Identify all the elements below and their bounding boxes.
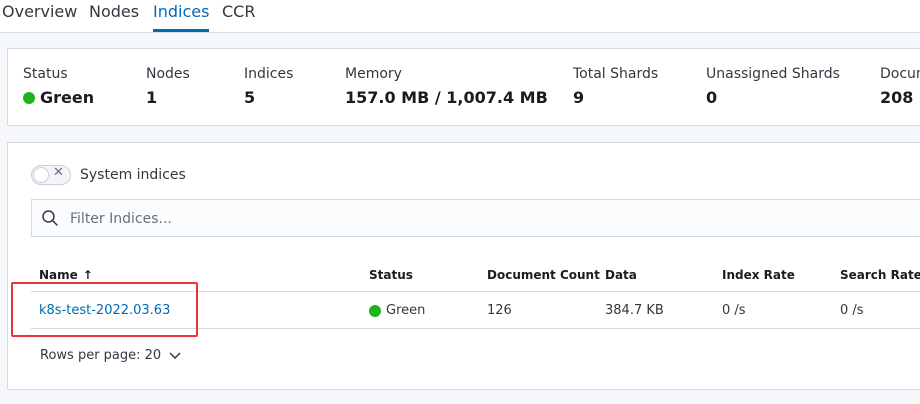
stat-indices: Indices 5 — [244, 66, 293, 107]
column-header-name[interactable]: Name ↑ — [39, 268, 93, 282]
column-header-data[interactable]: Data — [605, 268, 637, 282]
stat-nodes: Nodes 1 — [146, 66, 190, 107]
column-header-document-count[interactable]: Document Count — [487, 268, 600, 282]
index-document-count: 126 — [487, 303, 512, 318]
stat-documents: Documents 208 — [880, 66, 920, 107]
stat-unassigned-label: Unassigned Shards — [706, 66, 840, 82]
cluster-stats-panel: Status Green Nodes 1 Indices 5 Memory 15… — [7, 48, 920, 126]
filter-indices-input[interactable] — [68, 200, 892, 238]
stat-unassigned-value: 0 — [706, 88, 718, 107]
stat-documents-label: Documents — [880, 66, 920, 82]
stat-total-shards: Total Shards 9 — [573, 66, 658, 107]
stat-nodes-value: 1 — [146, 88, 158, 107]
close-icon: ✕ — [53, 165, 64, 180]
system-indices-label: System indices — [80, 167, 186, 183]
stat-documents-value: 208 — [880, 88, 914, 107]
filter-indices-box — [31, 199, 920, 238]
stat-status: Status Green — [23, 66, 94, 107]
status-dot-icon — [369, 304, 381, 317]
sort-ascending-icon: ↑ — [82, 268, 93, 282]
column-header-search-rate[interactable]: Search Rate — [840, 268, 920, 282]
tab-indices[interactable]: Indices — [153, 0, 209, 24]
tab-bar: Overview Nodes Indices CCR — [0, 0, 920, 33]
index-data-size: 384.7 KB — [605, 303, 664, 318]
highlight-annotation-box — [11, 282, 198, 337]
active-tab-indicator — [153, 29, 209, 32]
chevron-down-icon — [169, 351, 181, 359]
toggle-knob — [33, 167, 49, 183]
search-rate-value: 0 /s — [840, 303, 864, 318]
stat-total-shards-value: 9 — [573, 88, 585, 107]
stat-status-value: Green — [40, 88, 95, 107]
tab-ccr[interactable]: CCR — [222, 0, 255, 24]
stat-unassigned-shards: Unassigned Shards 0 — [706, 66, 840, 107]
column-header-status[interactable]: Status — [369, 268, 413, 282]
indices-table-panel: ✕ System indices Name ↑ Status Document … — [7, 142, 920, 390]
stat-indices-label: Indices — [244, 66, 294, 82]
status-dot-icon — [23, 91, 35, 104]
stat-total-shards-label: Total Shards — [573, 66, 659, 82]
stat-memory: Memory 157.0 MB / 1,007.4 MB — [345, 66, 548, 107]
search-icon — [42, 210, 58, 226]
stat-memory-label: Memory — [345, 66, 402, 82]
stat-nodes-label: Nodes — [146, 66, 190, 82]
tab-overview[interactable]: Overview — [2, 0, 77, 24]
stat-status-label: Status — [23, 66, 68, 82]
index-rate-value: 0 /s — [722, 303, 746, 318]
index-status: Green — [369, 303, 425, 318]
system-indices-toggle[interactable]: ✕ — [31, 165, 71, 185]
stat-indices-value: 5 — [244, 88, 256, 107]
rows-per-page-selector[interactable]: Rows per page: 20 — [40, 348, 181, 363]
column-header-index-rate[interactable]: Index Rate — [722, 268, 795, 282]
stat-memory-value: 157.0 MB / 1,007.4 MB — [345, 88, 548, 107]
tab-nodes[interactable]: Nodes — [89, 0, 139, 24]
